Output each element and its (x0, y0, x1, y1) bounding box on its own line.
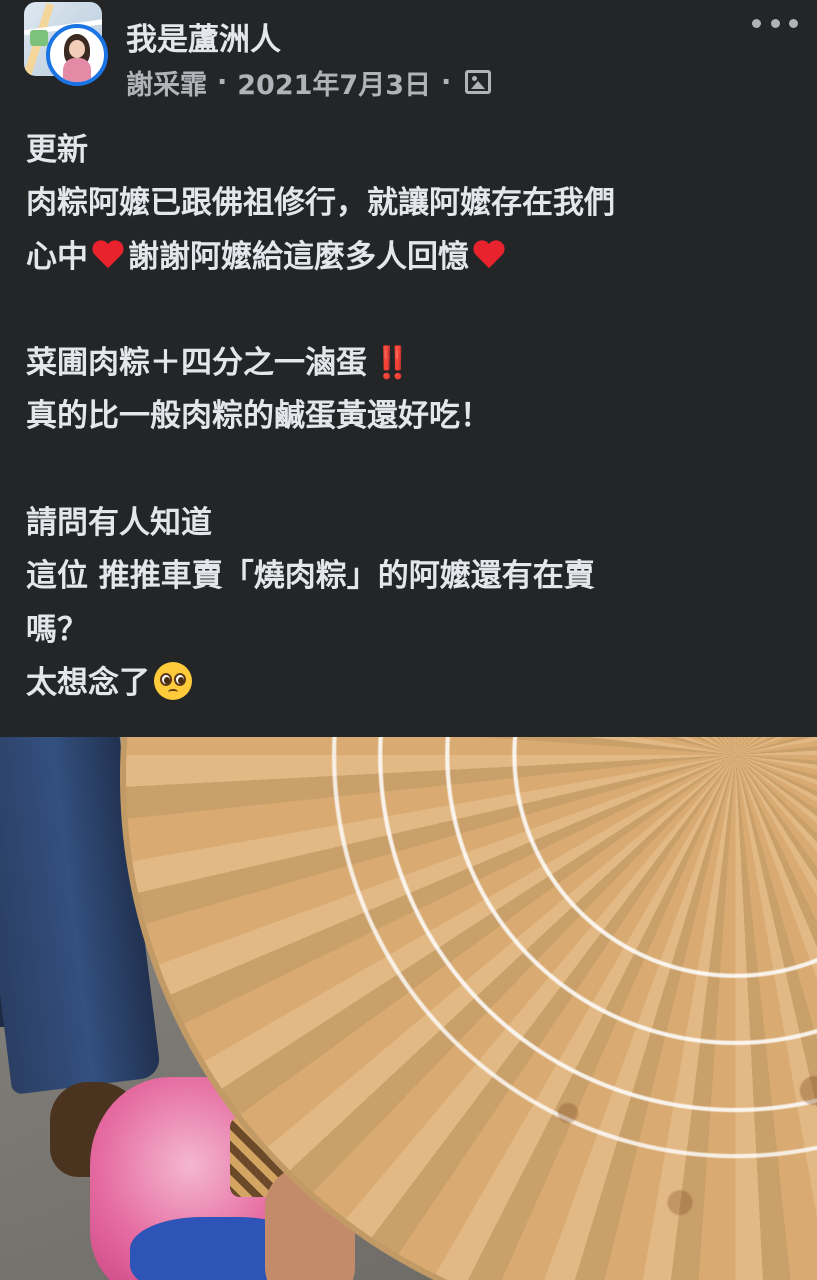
meta-separator: · (217, 66, 228, 98)
avatar-body (63, 58, 91, 82)
author-name-link[interactable]: 謝采霏 (126, 63, 207, 102)
post-text-line: 真的比一般肉粽的鹹蛋黃還好吃！ (26, 398, 491, 435)
post-date-link[interactable]: 2021年7月3日 (237, 63, 431, 102)
post-text-line: 太想念了 (26, 657, 796, 710)
group-name-link[interactable]: 我是蘆洲人 (126, 14, 281, 59)
avatar-face (69, 40, 85, 58)
emoji-eye (174, 672, 186, 686)
more-horizontal-icon (752, 18, 761, 28)
post-text-segment: 心中 (26, 238, 88, 275)
heart-emoji (472, 241, 506, 271)
post-text-line: 心中 謝謝阿嬤給這麼多人回憶 (26, 231, 796, 284)
post-text-segment: 菜圃肉粽＋四分之一滷蛋 (26, 345, 367, 382)
post-text-line: 更新 (26, 132, 88, 168)
post-text-segment: 謝謝阿嬤給這麼多人回憶 (128, 238, 469, 275)
post-text-segment: 太想念了 (26, 664, 150, 701)
post-meta: 謝采霏 · 2021年7月3日 · (126, 63, 492, 102)
pleading-face-emoji (154, 661, 192, 700)
post-text-line: 肉粽阿嬤已跟佛祖修行，就讓阿嬤存在我們 (26, 185, 615, 222)
post-photo[interactable] (0, 737, 817, 1280)
post-body-text: 更新 肉粽阿嬤已跟佛祖修行，就讓阿嬤存在我們 心中 謝謝阿嬤給這麼多人回憶 菜圃肉… (26, 124, 796, 710)
photo-icon-mountain (471, 81, 486, 89)
meta-separator: · (441, 66, 452, 98)
more-horizontal-icon (770, 18, 780, 28)
photo-icon (465, 70, 492, 94)
post-text-line: 嗎？ (26, 611, 88, 648)
more-options-button[interactable] (752, 8, 798, 38)
emoji-eye (160, 672, 172, 686)
author-avatar[interactable] (46, 24, 108, 86)
double-exclamation-emoji: ‼️ (373, 345, 412, 382)
post-text-line: 菜圃肉粽＋四分之一滷蛋 ‼️ (26, 337, 796, 390)
heart-emoji (91, 241, 125, 271)
post-text-line: 請問有人知道 (26, 505, 212, 542)
map-park (30, 30, 48, 46)
post-text-line: 這位 推推車賣「燒肉粽」的阿嬤還有在賣 (26, 558, 595, 595)
emoji-mouth (168, 688, 178, 695)
more-horizontal-icon (789, 18, 798, 28)
post-header: 我是蘆洲人 謝采霏 · 2021年7月3日 · (0, 0, 817, 110)
